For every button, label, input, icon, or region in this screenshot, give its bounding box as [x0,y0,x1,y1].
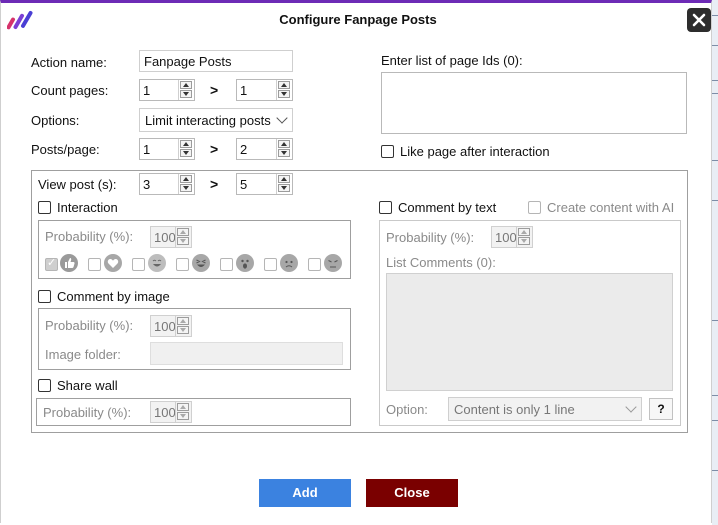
interaction-label: Interaction [57,200,118,215]
comment-text-label: Comment by text [398,200,497,215]
comment-image-probability-label: Probability (%): [45,318,134,333]
chevron-down-icon [276,112,288,124]
reaction-love-checkbox[interactable] [88,258,101,271]
dialog-title: Configure Fanpage Posts [279,12,437,27]
stepper-up-icon[interactable] [278,140,290,148]
stepper-down-icon[interactable] [518,237,530,245]
reaction-wow-checkbox[interactable] [220,258,233,271]
view-post-to-stepper[interactable]: 5 [236,173,293,195]
count-pages-to-stepper[interactable]: 1 [236,79,293,101]
haha-icon [148,254,166,272]
view-post-label: View post (s): [38,177,117,192]
close-button[interactable]: Close [366,479,458,507]
reaction-angry-checkbox[interactable] [308,258,321,271]
count-pages-label: Count pages: [31,83,109,98]
list-comments-textarea[interactable] [386,273,673,391]
image-folder-input[interactable] [150,342,343,365]
list-comments-label: List Comments (0): [386,255,496,270]
interaction-probability-label: Probability (%): [45,229,134,244]
comment-image-checkbox[interactable] [38,290,51,303]
share-wall-probability-label: Probability (%): [43,405,132,420]
interaction-probability-stepper[interactable]: 100 [150,226,192,248]
action-name-label: Action name: [31,55,107,70]
comment-image-probability-stepper[interactable]: 100 [150,315,192,337]
share-wall-label: Share wall [57,378,118,393]
options-select[interactable]: Limit interacting posts [139,108,293,132]
page-ids-textarea[interactable] [381,72,687,134]
posts-per-page-label: Posts/page: [31,142,100,157]
add-button[interactable]: Add [259,479,351,507]
stepper-down-icon[interactable] [180,149,192,157]
share-wall-checkbox[interactable] [38,379,51,392]
stepper-up-icon[interactable] [278,81,290,89]
stepper-down-icon[interactable] [278,184,290,192]
like-page-label: Like page after interaction [400,144,550,159]
stepper-down-icon[interactable] [278,149,290,157]
stepper-up-icon[interactable] [180,140,192,148]
comment-text-probability-label: Probability (%): [386,230,475,245]
comment-option-select[interactable]: Content is only 1 line [448,397,642,421]
options-label: Options: [31,113,80,128]
stepper-up-icon[interactable] [278,175,290,183]
count-pages-from-stepper[interactable]: 1 [139,79,195,101]
stepper-down-icon[interactable] [177,412,189,420]
create-ai-label: Create content with AI [547,200,675,215]
background-window-edge [712,0,718,525]
view-post-from-stepper[interactable]: 3 [139,173,195,195]
laugh-icon [192,254,210,272]
stepper-down-icon[interactable] [180,90,192,98]
range-separator: > [210,82,219,98]
stepper-down-icon[interactable] [180,184,192,192]
stepper-up-icon[interactable] [518,228,530,236]
posts-per-page-to-stepper[interactable]: 2 [236,138,293,160]
reaction-laugh-checkbox[interactable] [176,258,189,271]
stepper-up-icon[interactable] [177,228,189,236]
interaction-checkbox[interactable] [38,201,51,214]
range-separator: > [210,176,219,192]
help-button[interactable]: ? [649,398,673,420]
reaction-sad-checkbox[interactable] [264,258,277,271]
reaction-haha-checkbox[interactable] [132,258,145,271]
stepper-down-icon[interactable] [177,237,189,245]
comment-image-label: Comment by image [57,289,170,304]
chevron-down-icon [625,401,637,413]
image-folder-label: Image folder: [45,347,121,362]
posts-per-page-from-stepper[interactable]: 1 [139,138,195,160]
sad-icon [280,254,298,272]
share-wall-probability-stepper[interactable]: 100 [150,401,192,423]
action-name-input[interactable]: Fanpage Posts [139,50,293,72]
range-separator: > [210,141,219,157]
stepper-down-icon[interactable] [177,326,189,334]
comment-text-checkbox[interactable] [379,201,392,214]
stepper-up-icon[interactable] [180,175,192,183]
wow-icon [236,254,254,272]
stepper-down-icon[interactable] [278,90,290,98]
close-icon[interactable] [687,8,711,32]
reaction-like-checkbox[interactable] [45,256,58,271]
like-icon [60,254,78,272]
stepper-up-icon[interactable] [180,81,192,89]
stepper-up-icon[interactable] [177,403,189,411]
stepper-up-icon[interactable] [177,317,189,325]
option-label: Option: [386,402,428,417]
comment-text-probability-stepper[interactable]: 100 [491,226,533,248]
like-page-checkbox[interactable] [381,145,394,158]
create-ai-checkbox[interactable] [528,201,541,214]
page-ids-label: Enter list of page Ids (0): [381,53,523,68]
angry-icon [324,254,342,272]
love-icon [104,254,122,272]
